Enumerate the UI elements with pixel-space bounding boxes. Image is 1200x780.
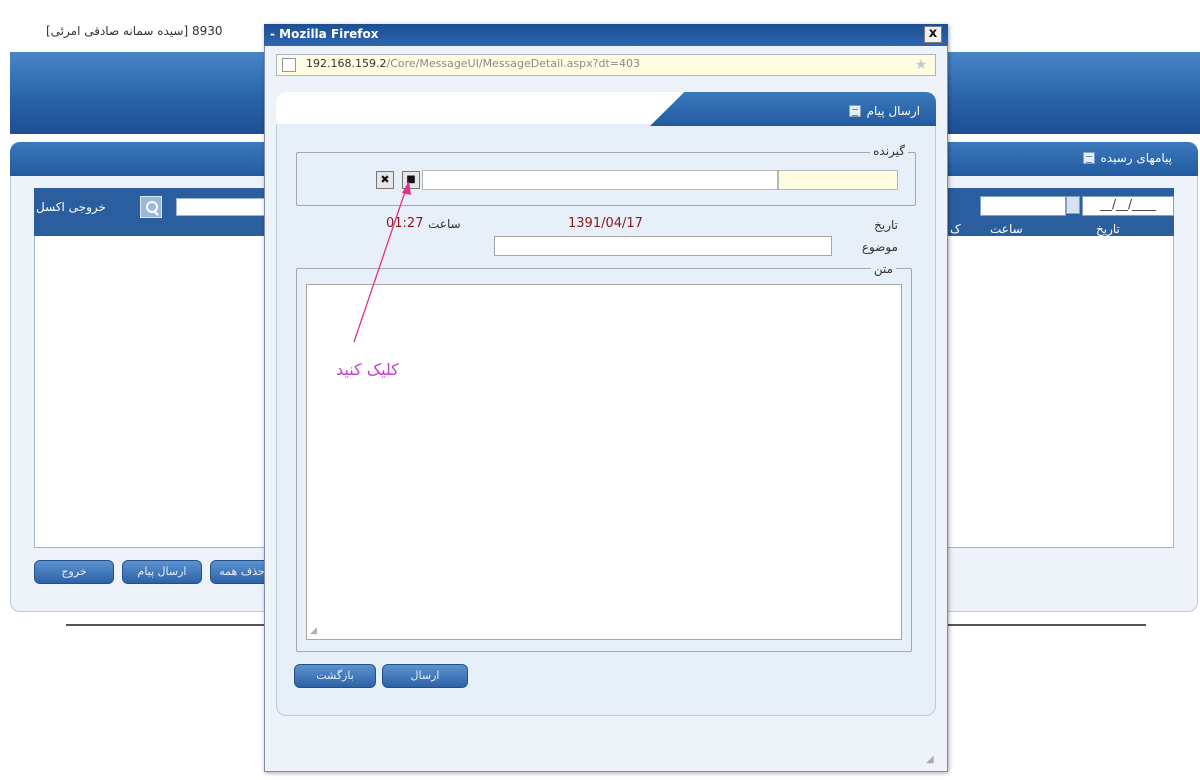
close-button[interactable]: x xyxy=(924,26,942,43)
popup-title: - Mozilla Firefox xyxy=(270,27,379,41)
date-value: 1391/04/17 xyxy=(568,216,643,231)
inbox-title-label: پیامهای رسیده xyxy=(1100,151,1173,165)
time-value: 01:27 xyxy=(386,216,424,231)
recipient-code-input[interactable] xyxy=(778,170,898,190)
document-icon xyxy=(848,105,861,117)
exit-button[interactable]: خروج xyxy=(34,560,114,584)
column-header-date[interactable]: تاریخ xyxy=(1096,222,1120,236)
form-title-label: ارسال پیام xyxy=(866,104,920,118)
document-icon xyxy=(1082,152,1095,164)
column-header-time[interactable]: ساعت xyxy=(990,222,1023,236)
inbox-title: پیامهای رسیده xyxy=(1082,151,1173,165)
url-path: /Core/MessageUI/MessageDetail.aspx?dt=40… xyxy=(386,57,640,70)
message-body-textarea[interactable] xyxy=(306,284,902,640)
column-header-partial[interactable]: ک xyxy=(950,222,961,236)
annotation-text: کلیک کنید xyxy=(336,360,399,379)
search-icon[interactable] xyxy=(140,196,162,218)
select-recipient-button[interactable]: ■ xyxy=(402,171,420,189)
body-legend: متن xyxy=(870,262,896,276)
url-host: 192.168.159.2 xyxy=(306,57,387,70)
send-button[interactable]: ارسال xyxy=(382,664,468,688)
url-text: 192.168.159.2/Core/MessageUI/MessageDeta… xyxy=(306,57,640,70)
date-filter-input[interactable]: __/__/____ xyxy=(1082,196,1174,216)
recipient-name-input[interactable] xyxy=(422,170,778,190)
messages-grid xyxy=(944,188,1174,548)
window-resize-icon[interactable]: ◢ xyxy=(926,754,940,768)
textarea-resize-icon[interactable]: ◢ xyxy=(310,626,320,636)
subject-input[interactable] xyxy=(494,236,832,256)
send-message-button[interactable]: ارسال پیام xyxy=(122,560,202,584)
date-label: تاریخ xyxy=(874,218,898,232)
recipient-legend: گیرنده xyxy=(870,144,908,158)
form-title: ارسال پیام xyxy=(848,104,920,118)
subject-label: موضوع xyxy=(861,240,898,254)
time-label: ساعت xyxy=(428,217,461,231)
filter-input[interactable] xyxy=(980,196,1066,216)
page-icon xyxy=(282,58,296,72)
excel-export-label[interactable]: خروجی اکسل xyxy=(36,200,106,214)
left-search-input[interactable] xyxy=(176,198,274,216)
clear-recipient-button[interactable]: ✖ xyxy=(376,171,394,189)
back-button[interactable]: بازگشت xyxy=(294,664,376,688)
calendar-icon[interactable] xyxy=(1066,196,1080,214)
left-data-grid xyxy=(34,188,274,548)
page-header-title: 8930 [سیده سمانه صادقی امرئی] xyxy=(46,24,223,38)
bookmark-star-icon[interactable]: ★ xyxy=(912,56,930,74)
